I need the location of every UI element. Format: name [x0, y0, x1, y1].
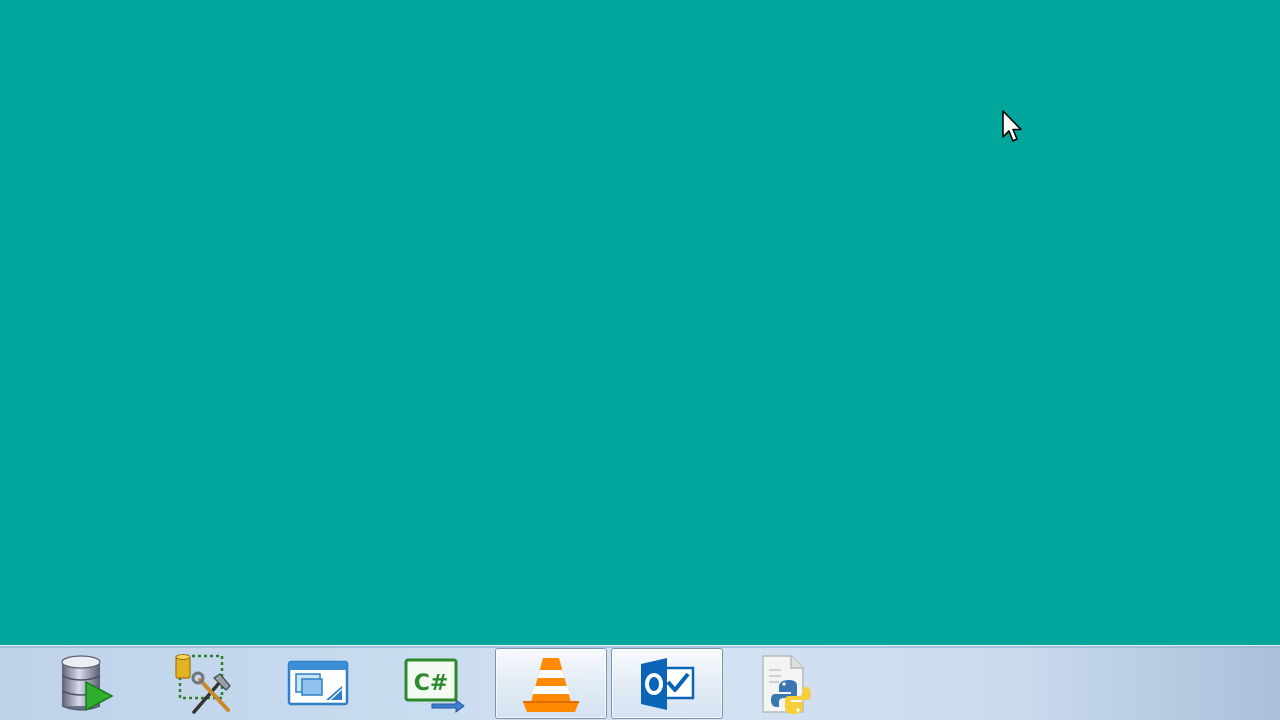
taskbar-item-outlook[interactable] [611, 648, 723, 719]
svg-text:C#: C# [414, 671, 449, 696]
python-file-icon [762, 654, 811, 714]
taskbar-item-csharp-project[interactable]: C# [378, 648, 490, 719]
desktop[interactable] [0, 0, 1280, 645]
database-design-tools-icon [175, 653, 231, 714]
taskbar-item-database-design[interactable] [146, 648, 258, 719]
taskbar: C# [0, 645, 1280, 720]
mouse-cursor-icon [1002, 110, 1026, 146]
taskbar-item-vlc[interactable] [495, 648, 607, 719]
outlook-icon [641, 657, 695, 710]
taskbar-item-database-run[interactable] [30, 648, 142, 719]
database-run-icon [61, 654, 114, 711]
taskbar-item-window-designer[interactable] [262, 648, 374, 719]
taskbar-item-python-file[interactable] [727, 648, 839, 719]
window-designer-icon [287, 660, 349, 705]
vlc-media-player-icon [523, 657, 579, 712]
csharp-project-icon: C# [404, 658, 465, 713]
